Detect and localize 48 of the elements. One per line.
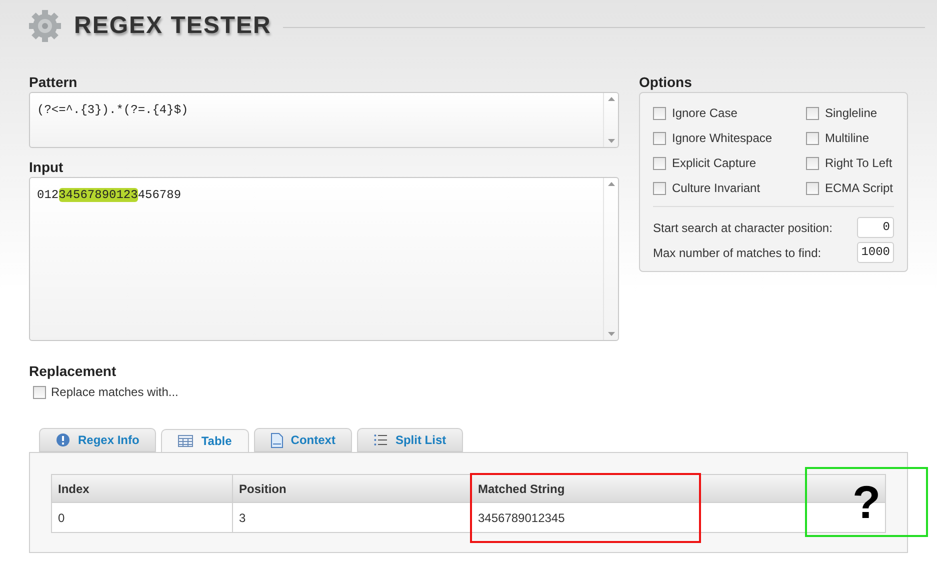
number-field[interactable]: 0 [857, 217, 894, 238]
scrollbar[interactable] [603, 93, 618, 147]
table-cell-text: 0 [58, 510, 65, 526]
checkbox[interactable] [653, 132, 666, 144]
list-icon [374, 434, 388, 446]
question-mark: ? [852, 479, 881, 525]
pattern-label: Pattern [29, 73, 78, 92]
number-field[interactable]: 1000 [857, 242, 894, 263]
scroll-up-icon[interactable] [608, 182, 614, 186]
scroll-down-icon[interactable] [608, 332, 614, 336]
checkbox-label: Ignore Whitespace [672, 130, 772, 147]
checkbox-label: Right To Left [825, 155, 892, 172]
checkbox[interactable] [806, 132, 819, 144]
column-header: Index [58, 480, 90, 498]
checkbox-label: Replace matches with... [51, 384, 178, 401]
scroll-down-icon[interactable] [608, 139, 614, 143]
input-label: Input [29, 158, 64, 177]
document-icon [270, 432, 283, 448]
pattern-field[interactable]: (?<=^.{3}).*(?=.{4}$) [29, 92, 619, 148]
field-label: Start search at character position: [653, 220, 832, 236]
checkbox-label: Singleline [825, 105, 878, 122]
column-header: Matched String [478, 480, 565, 498]
scroll-up-icon[interactable] [608, 97, 614, 101]
info-icon [56, 433, 70, 447]
checkbox[interactable] [806, 106, 819, 120]
options-label: Options [639, 73, 693, 92]
table-icon [178, 435, 194, 447]
column-header: Position [239, 480, 286, 498]
checkbox[interactable] [653, 182, 666, 194]
field-label: Max number of matches to find: [653, 244, 822, 262]
input-field[interactable]: 01234567890123456789 [29, 177, 619, 341]
gear-icon [28, 9, 62, 43]
checkbox[interactable] [806, 156, 819, 170]
tab[interactable]: Table [161, 429, 249, 453]
table-cell-text: 3456789012345 [478, 510, 565, 526]
checkbox[interactable] [33, 386, 46, 398]
replacement-label: Replacement [29, 362, 118, 381]
checkbox[interactable] [806, 182, 819, 194]
checkbox-label: Multiline [825, 130, 870, 147]
page-title: REGEX TESTER [74, 11, 272, 41]
checkbox-label: Explicit Capture [672, 155, 756, 172]
checkbox-label: ECMA Script [825, 180, 894, 197]
table-cell-text: 3 [239, 510, 246, 526]
checkbox[interactable] [653, 156, 666, 170]
checkbox[interactable] [653, 106, 666, 120]
checkbox-label: Culture Invariant [672, 180, 760, 197]
checkbox-label: Ignore Case [672, 105, 738, 122]
scrollbar[interactable] [603, 178, 618, 340]
